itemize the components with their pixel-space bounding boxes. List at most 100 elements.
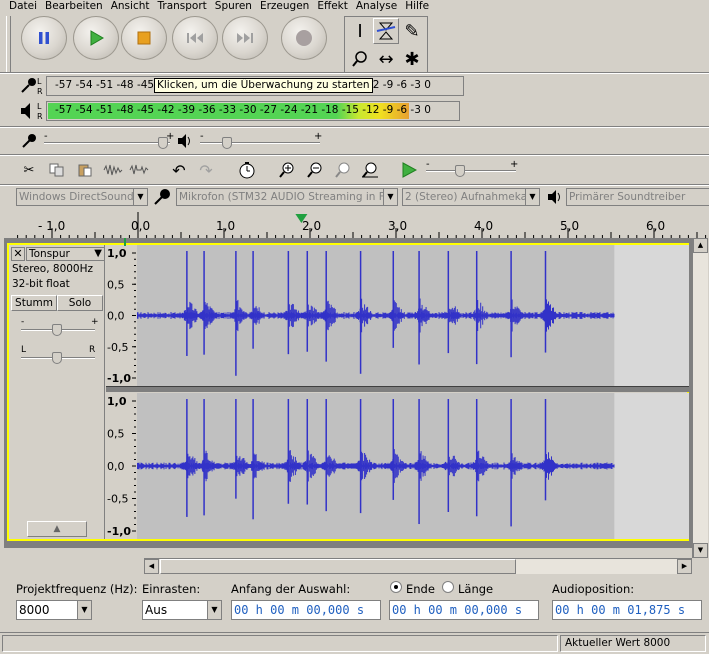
chevron-down-icon: ▼ <box>94 248 102 259</box>
toolbar-grip[interactable] <box>6 16 11 72</box>
audio-position-field[interactable]: 00 h 00 m 01,875 s <box>552 600 702 620</box>
vertical-ruler-right: 1,0 0,5 0,0 -0,5 -1,0 <box>106 393 136 539</box>
project-rate-select[interactable]: 8000 ▼ <box>16 600 92 620</box>
track-name: Tonspur <box>29 248 70 260</box>
y-tick-label: 1,0 <box>107 247 127 260</box>
chevron-down-icon: ▼ <box>77 601 91 619</box>
close-track-icon[interactable]: ✕ <box>11 247 25 261</box>
input-device-value: Mikrofon (STM32 AUDIO Streaming in FS M <box>179 191 398 203</box>
menu-transport[interactable]: Transport <box>155 0 212 14</box>
sync-lock-button[interactable] <box>234 158 260 182</box>
ruler-label: 4,0 <box>474 219 494 233</box>
selection-start-field[interactable]: 00 h 00 m 00,000 s <box>231 600 381 620</box>
end-radio[interactable] <box>390 581 402 593</box>
record-icon <box>296 30 312 46</box>
scroll-down-icon[interactable]: ▼ <box>693 543 708 558</box>
menu-bearbeiten[interactable]: Bearbeiten <box>42 0 108 14</box>
zoom-out-button[interactable] <box>302 158 328 182</box>
stop-button[interactable] <box>121 16 167 60</box>
collapse-track-icon[interactable]: ▲ <box>27 521 87 537</box>
silence-button[interactable] <box>126 158 152 182</box>
menu-erzeugen[interactable]: Erzeugen <box>257 0 314 14</box>
play-speed-thumb[interactable] <box>454 165 465 177</box>
waveform-left-channel[interactable] <box>137 245 689 386</box>
waveform-right <box>137 393 689 539</box>
fit-project-icon <box>362 162 378 178</box>
play-speed-slider[interactable] <box>426 170 516 172</box>
envelope-tool-icon[interactable] <box>373 18 399 44</box>
host-select-value: Windows DirectSound <box>19 191 134 203</box>
output-device-select[interactable]: Primärer Soundtreiber <box>566 188 709 206</box>
input-volume-thumb[interactable] <box>158 137 168 149</box>
copy-icon <box>49 163 64 177</box>
menu-ansicht[interactable]: Ansicht <box>108 0 155 14</box>
channels-select[interactable]: 2 (Stereo) Aufnahmekan ▼ <box>402 188 540 206</box>
zoom-tool-icon[interactable] <box>347 46 373 72</box>
menu-analyse[interactable]: Analyse <box>353 0 402 14</box>
cut-button[interactable]: ✂ <box>16 158 42 182</box>
paste-button[interactable] <box>72 158 98 182</box>
timeshift-tool-icon[interactable]: ↔ <box>373 46 399 72</box>
clock-icon <box>239 162 255 179</box>
audio-track[interactable]: ✕ Tonspur ▼ Stereo, 8000Hz 32-bit float S… <box>7 243 689 541</box>
length-radio[interactable] <box>442 581 454 593</box>
redo-button[interactable]: ↷ <box>193 158 219 182</box>
waveform-right-channel[interactable] <box>137 393 689 539</box>
trim-button[interactable] <box>100 158 126 182</box>
output-volume-speaker-icon <box>176 133 194 151</box>
stop-icon <box>137 31 151 45</box>
menu-datei[interactable]: Datei <box>6 0 42 14</box>
channels-value: 2 (Stereo) Aufnahmekan <box>405 191 534 203</box>
menu-effekt[interactable]: Effekt <box>314 0 353 14</box>
playhead-indicator <box>124 238 126 246</box>
pause-button[interactable] <box>21 16 67 60</box>
input-volume-slider[interactable] <box>44 142 170 144</box>
vertical-ruler-left: 1,0 0,5 0,0 -0,5 -1,0 <box>106 245 136 386</box>
gain-thumb[interactable] <box>52 324 62 336</box>
menu-spuren[interactable]: Spuren <box>212 0 257 14</box>
output-volume-thumb[interactable] <box>222 137 232 149</box>
selection-end-field[interactable]: 00 h 00 m 00,000 s <box>389 600 539 620</box>
pan-thumb[interactable] <box>52 352 62 364</box>
snap-select[interactable]: Aus ▼ <box>142 600 222 620</box>
zoom-out-icon <box>307 162 322 178</box>
skip-to-end-button[interactable] <box>222 16 268 60</box>
fit-project-button[interactable] <box>357 158 383 182</box>
copy-button[interactable] <box>44 158 70 182</box>
timeline-ruler[interactable]: - 1,0 0,0 1,0 2,0 3,0 4,0 5,0 6,0 <box>0 212 709 238</box>
play-meter[interactable]: -57 -54 -51 -48 -45 -42 -39 -36 -33 -30 … <box>46 101 460 121</box>
play-button[interactable] <box>73 16 119 60</box>
vertical-ruler-ticks: 1,0 0,5 0,0 -0,5 -1,0 <box>107 395 136 538</box>
play-meter-speaker-icon[interactable]: LR <box>18 101 46 121</box>
status-bar: Aktueller Wert 8000 <box>0 632 709 654</box>
skip-to-start-button[interactable] <box>172 16 218 60</box>
horizontal-scrollbar[interactable]: ◀ ▶ <box>144 558 692 574</box>
pencil-tool-icon[interactable]: ✎ <box>399 18 425 44</box>
record-button[interactable] <box>281 16 327 60</box>
track-menu-button[interactable]: Tonspur ▼ <box>26 247 105 261</box>
horizontal-scroll-thumb[interactable] <box>160 559 516 574</box>
pan-left-label: L <box>21 345 27 355</box>
mute-button[interactable]: Stumm <box>11 295 57 311</box>
menu-hilfe[interactable]: Hilfe <box>402 0 434 14</box>
record-meter-mic-icon[interactable]: LR <box>18 76 46 96</box>
play-at-speed-button[interactable] <box>396 158 422 182</box>
input-device-select[interactable]: Mikrofon (STM32 AUDIO Streaming in FS M ▼ <box>176 188 398 206</box>
host-select[interactable]: Windows DirectSound ▼ <box>16 188 148 206</box>
multi-tool-icon[interactable]: ✱ <box>399 46 425 72</box>
zoom-in-button[interactable] <box>274 158 300 182</box>
fit-selection-button[interactable] <box>330 158 356 182</box>
selection-tool-icon[interactable]: I <box>347 18 373 44</box>
vertical-scrollbar[interactable]: ▲ ▼ <box>692 238 708 558</box>
output-volume-slider[interactable] <box>200 142 320 144</box>
scroll-left-icon[interactable]: ◀ <box>144 559 159 574</box>
scroll-up-icon[interactable]: ▲ <box>693 238 708 253</box>
ruler-label: 2,0 <box>302 219 322 233</box>
track-control-panel: ✕ Tonspur ▼ Stereo, 8000Hz 32-bit float S… <box>9 245 105 539</box>
scroll-right-icon[interactable]: ▶ <box>677 559 692 574</box>
y-tick-label: -1,0 <box>107 525 131 538</box>
project-rate-label: Projektfrequenz (Hz): <box>16 582 138 596</box>
solo-button[interactable]: Solo <box>57 295 103 311</box>
undo-button[interactable]: ↶ <box>166 158 192 182</box>
track-format: Stereo, 8000Hz <box>12 263 94 275</box>
